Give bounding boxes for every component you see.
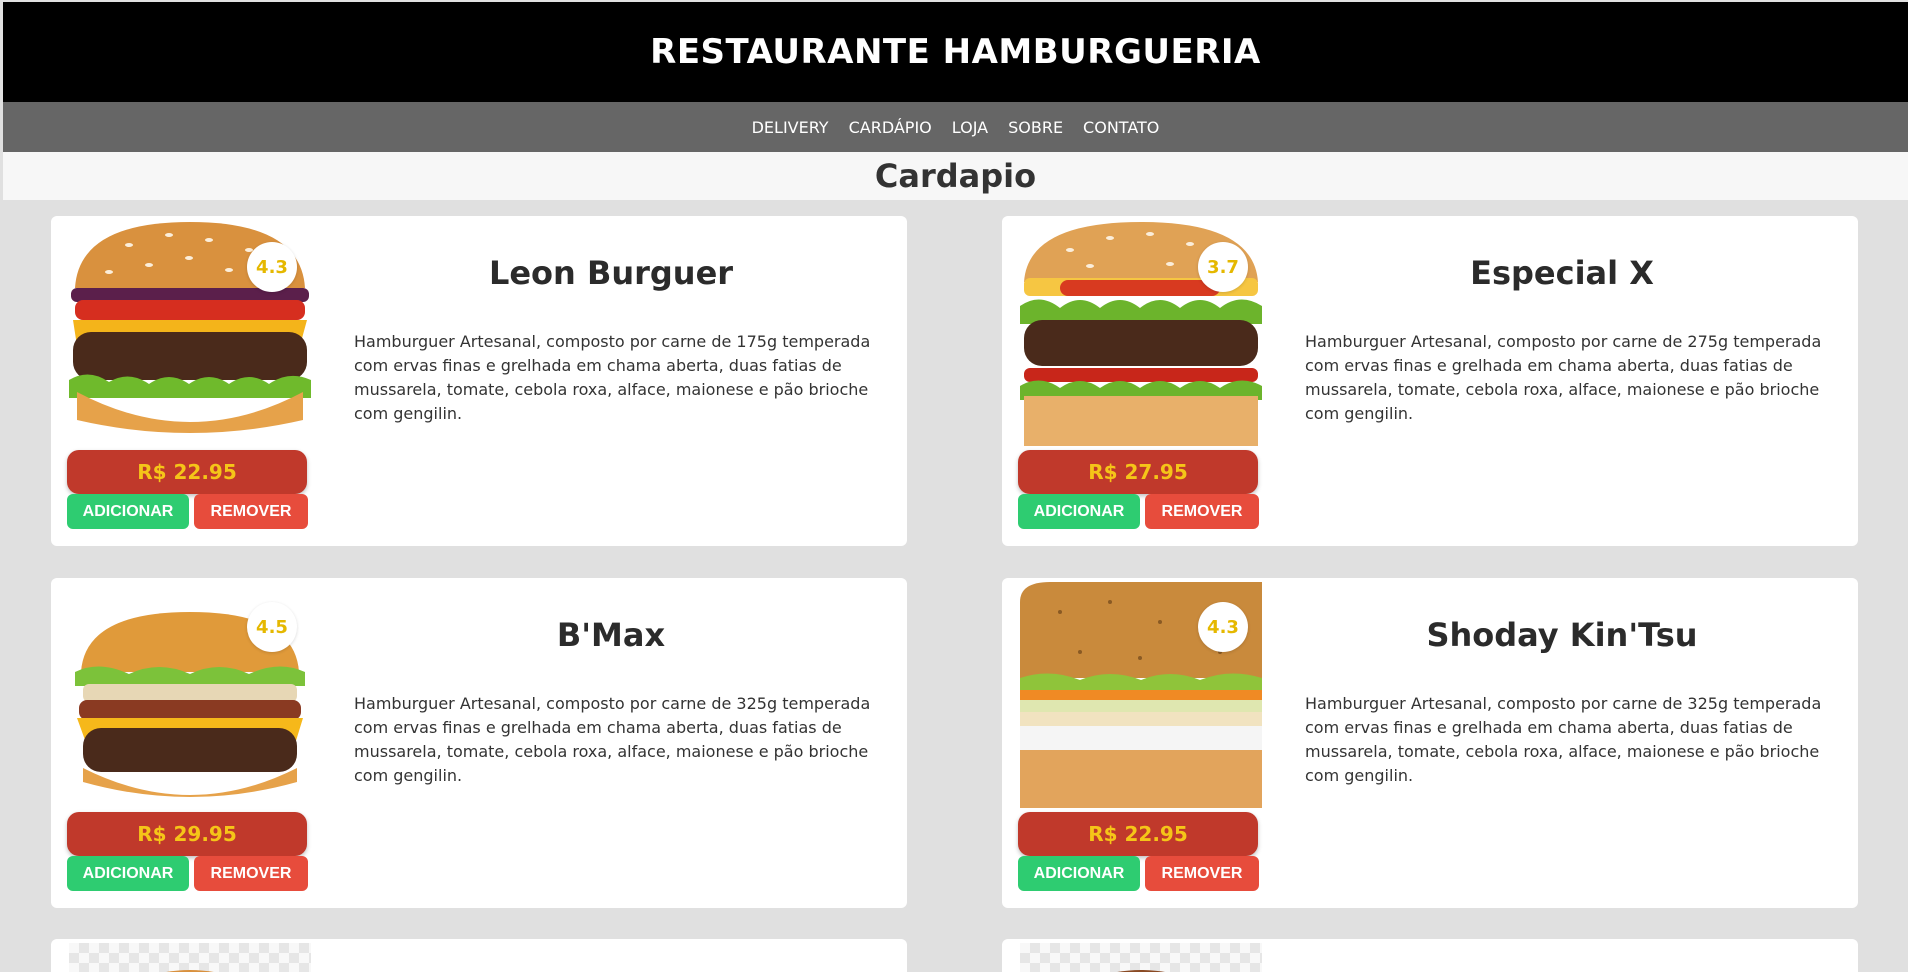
- add-button[interactable]: ADICIONAR: [67, 856, 189, 891]
- price-tag: R$ 29.95: [67, 812, 307, 856]
- product-image: [69, 943, 311, 972]
- product-card: 4.5 R$ 29.95 ADICIONAR REMOVER B'Max Ham…: [51, 578, 907, 908]
- nav-item-cardapio[interactable]: CARDÁPIO: [849, 118, 932, 137]
- price-tag: R$ 22.95: [1018, 812, 1258, 856]
- nav-item-contato[interactable]: CONTATO: [1083, 118, 1159, 137]
- add-button[interactable]: ADICIONAR: [67, 494, 189, 529]
- rating-badge: 4.3: [1198, 602, 1248, 652]
- nav-item-delivery[interactable]: DELIVERY: [752, 118, 829, 137]
- rating-badge: 4.5: [247, 602, 297, 652]
- product-name: B'Max: [556, 616, 666, 654]
- product-image: [1020, 943, 1262, 972]
- product-card: 4.3 R$ 22.95 ADICIONAR REMOVER Shoday Ki…: [1002, 578, 1858, 908]
- remove-button[interactable]: REMOVER: [194, 494, 308, 529]
- site-header: RESTAURANTE HAMBURGUERIA: [3, 2, 1908, 102]
- section-title: Cardapio: [874, 157, 1037, 195]
- product-card: [51, 939, 907, 972]
- product-name: Especial X: [1470, 254, 1654, 292]
- site-title: RESTAURANTE HAMBURGUERIA: [650, 32, 1261, 72]
- nav-item-loja[interactable]: LOJA: [952, 118, 988, 137]
- main-nav: DELIVERY CARDÁPIO LOJA SOBRE CONTATO: [3, 102, 1908, 152]
- rating-badge: 3.7: [1198, 242, 1248, 292]
- product-card: 4.3 R$ 22.95 ADICIONAR REMOVER Leon Burg…: [51, 216, 907, 546]
- product-card: 3.7 R$ 27.95 ADICIONAR REMOVER Especial …: [1002, 216, 1858, 546]
- product-description: Hamburguer Artesanal, composto por carne…: [1305, 332, 1822, 423]
- remove-button[interactable]: REMOVER: [1145, 856, 1259, 891]
- product-name: Shoday Kin'Tsu: [1426, 616, 1698, 654]
- price-tag: R$ 27.95: [1018, 450, 1258, 494]
- section-header: Cardapio: [3, 152, 1908, 200]
- remove-button[interactable]: REMOVER: [194, 856, 308, 891]
- add-button[interactable]: ADICIONAR: [1018, 856, 1140, 891]
- product-description: Hamburguer Artesanal, composto por carne…: [354, 694, 871, 785]
- add-button[interactable]: ADICIONAR: [1018, 494, 1140, 529]
- product-description: Hamburguer Artesanal, composto por carne…: [1305, 694, 1822, 785]
- nav-item-sobre[interactable]: SOBRE: [1008, 118, 1063, 137]
- price-tag: R$ 22.95: [67, 450, 307, 494]
- product-description: Hamburguer Artesanal, composto por carne…: [354, 332, 871, 423]
- product-name: Leon Burguer: [488, 254, 734, 292]
- rating-badge: 4.3: [247, 242, 297, 292]
- remove-button[interactable]: REMOVER: [1145, 494, 1259, 529]
- product-card: [1002, 939, 1858, 972]
